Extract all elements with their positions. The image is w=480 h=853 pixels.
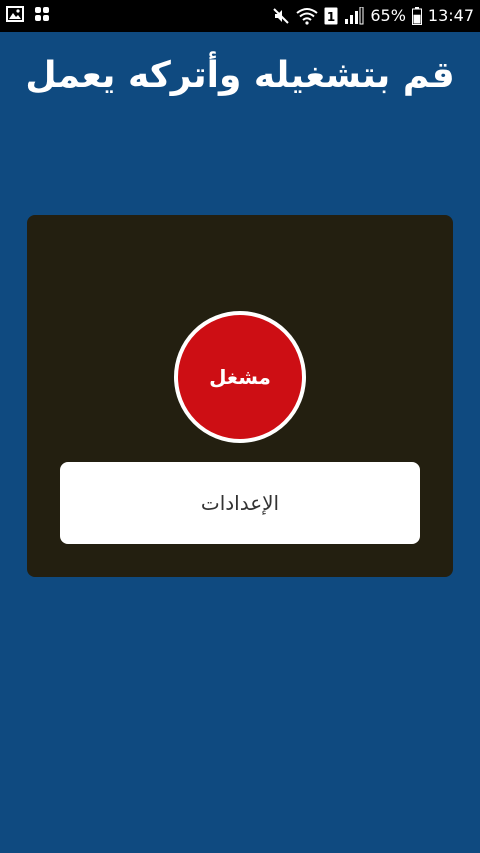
status-left (6, 6, 50, 22)
battery-percent: 65% (370, 6, 406, 25)
settings-button[interactable]: الإعدادات (60, 462, 420, 544)
wifi-icon (296, 7, 318, 25)
clock: 13:47 (427, 6, 474, 25)
battery-icon (411, 7, 422, 25)
status-right: 1 65% 13:47 (272, 5, 474, 27)
power-toggle-label: مشغل (209, 365, 271, 389)
svg-text:1: 1 (327, 10, 335, 24)
control-card: مشغل الإعدادات (27, 215, 453, 577)
sim-1-icon: 1 (324, 7, 338, 25)
settings-button-label: الإعدادات (200, 491, 280, 515)
status-bar: 1 65% 13:47 (0, 0, 480, 32)
power-toggle-button[interactable]: مشغل (174, 311, 306, 443)
gallery-icon (6, 6, 24, 22)
mute-icon (272, 7, 290, 25)
page-title: قم بتشغيله وأتركه يعمل (25, 55, 455, 96)
apps-grid-icon (34, 6, 50, 22)
signal-icon (344, 7, 364, 25)
